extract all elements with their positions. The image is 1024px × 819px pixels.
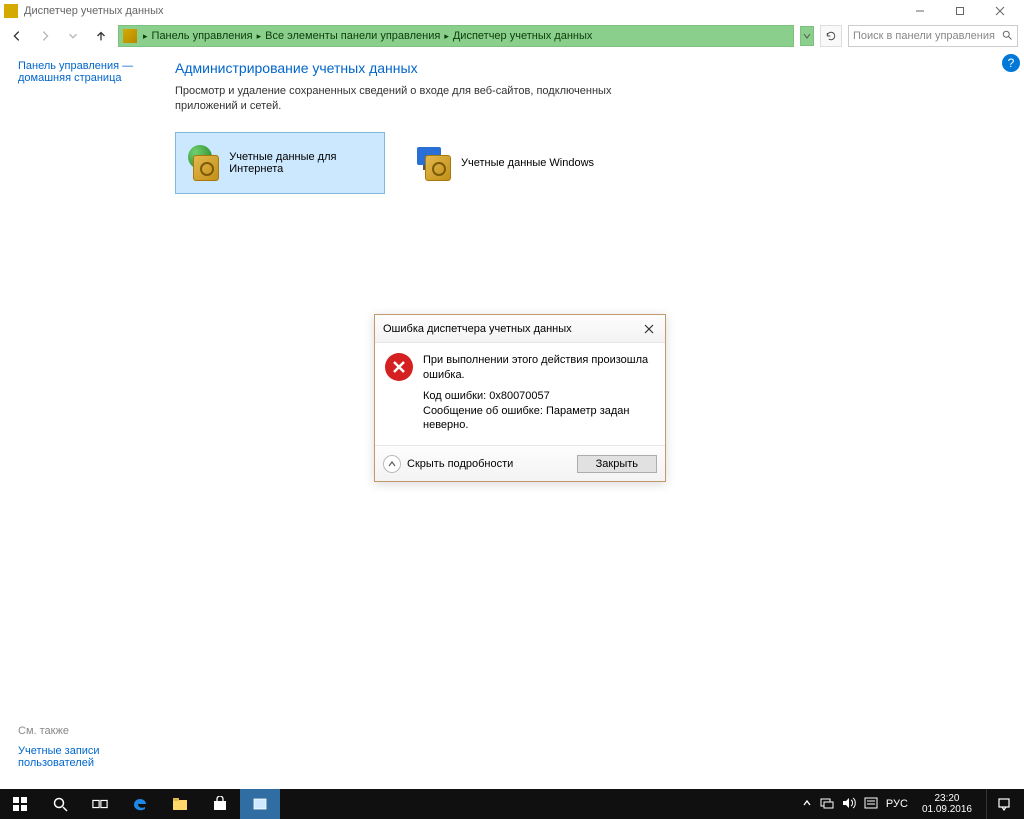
tray-chevron-icon[interactable] [802,798,812,811]
windows-credentials-icon [413,143,453,183]
help-icon[interactable]: ? [1002,54,1020,72]
start-button[interactable] [0,789,40,819]
windows-credentials-label: Учетные данные Windows [461,157,594,169]
page-heading: Администрирование учетных данных [175,60,992,76]
network-icon[interactable] [820,797,834,812]
page-description: Просмотр и удаление сохраненных сведений… [175,84,615,114]
chevron-right-icon: ▸ [143,31,148,42]
recent-locations-button[interactable] [62,25,84,47]
search-icon [1001,29,1013,44]
clock[interactable]: 23:20 01.09.2016 [916,793,978,816]
forward-button[interactable] [34,25,56,47]
toggle-details-icon[interactable] [383,455,401,473]
input-indicator-icon[interactable] [864,797,878,812]
window-title: Диспетчер учетных данных [24,5,164,17]
close-window-button[interactable] [980,0,1020,22]
toolbar: ▸ Панель управления ▸ Все элементы панел… [0,22,1024,50]
up-button[interactable] [90,25,112,47]
chevron-right-icon: ▸ [257,31,262,42]
dialog-title: Ошибка диспетчера учетных данных [383,323,572,335]
action-center-icon[interactable] [986,789,1020,819]
dialog-close-x[interactable] [641,321,657,337]
search-taskbar-button[interactable] [40,789,80,819]
address-history-dropdown[interactable] [800,26,814,46]
address-bar[interactable]: ▸ Панель управления ▸ Все элементы панел… [118,25,794,47]
back-button[interactable] [6,25,28,47]
control-panel-home-link[interactable]: Панель управления — домашняя страница [18,60,169,84]
file-explorer-icon[interactable] [160,789,200,819]
edge-icon[interactable] [120,789,160,819]
search-placeholder: Поиск в панели управления [853,30,995,42]
dialog-titlebar: Ошибка диспетчера учетных данных [375,315,665,343]
web-credentials-icon [186,143,221,183]
breadcrumb-segment[interactable]: Панель управления [152,30,253,42]
clock-time: 23:20 [922,793,972,805]
breadcrumb-segment[interactable]: Все элементы панели управления [265,30,440,42]
language-indicator[interactable]: РУС [886,798,908,810]
minimize-button[interactable] [900,0,940,22]
location-icon [123,29,137,43]
user-accounts-link[interactable]: Учетные записи пользователей [18,745,168,769]
see-also-label: См. также [18,725,168,737]
web-credentials-card[interactable]: Учетные данные для Интернета [175,132,385,194]
clock-date: 01.09.2016 [922,804,972,816]
taskbar: РУС 23:20 01.09.2016 [0,789,1024,819]
error-message: При выполнении этого действия произошла … [423,353,655,383]
web-credentials-label: Учетные данные для Интернета [229,151,374,175]
refresh-button[interactable] [820,25,842,47]
window-titlebar: Диспетчер учетных данных [0,0,1024,22]
error-icon [385,353,413,381]
breadcrumb-segment[interactable]: Диспетчер учетных данных [453,30,593,42]
sidebar: Панель управления — домашняя страница См… [0,50,175,789]
hide-details-link[interactable]: Скрыть подробности [407,458,513,470]
maximize-button[interactable] [940,0,980,22]
error-detail: Сообщение об ошибке: Параметр задан неве… [423,404,655,434]
error-dialog: Ошибка диспетчера учетных данных При вып… [374,314,666,482]
chevron-right-icon: ▸ [444,31,449,42]
credential-manager-taskbar-icon[interactable] [240,789,280,819]
search-input[interactable]: Поиск в панели управления [848,25,1018,47]
task-view-button[interactable] [80,789,120,819]
windows-credentials-card[interactable]: Учетные данные Windows [403,132,613,194]
error-code: Код ошибки: 0x80070057 [423,389,655,404]
store-icon[interactable] [200,789,240,819]
app-icon [4,4,18,18]
close-button[interactable]: Закрыть [577,455,657,473]
volume-icon[interactable] [842,797,856,812]
